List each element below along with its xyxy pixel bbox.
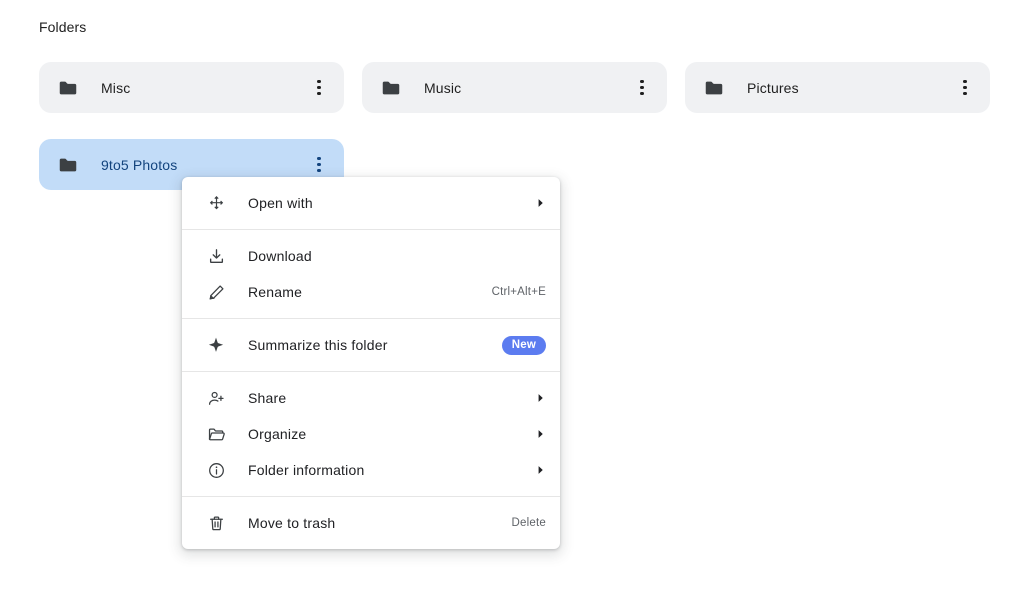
menu-item-label: Download [248, 248, 312, 264]
sparkle-icon [206, 335, 226, 355]
submenu-arrow-icon [536, 197, 546, 209]
submenu-arrow-icon [536, 428, 546, 440]
trash-icon [206, 513, 226, 533]
menu-item-label: Share [248, 390, 287, 406]
folder-name: Music [424, 79, 462, 96]
menu-item-label: Organize [248, 426, 307, 442]
menu-group: Download Rename Ctrl+Alt+E [182, 229, 560, 318]
pencil-icon [206, 282, 226, 302]
menu-item-share[interactable]: Share [182, 380, 560, 416]
menu-item-organize[interactable]: Organize [182, 416, 560, 452]
page-title: Folders [39, 19, 87, 35]
menu-item-label: Folder information [248, 462, 365, 478]
folder-icon [380, 77, 402, 99]
submenu-arrow-icon [536, 392, 546, 404]
folder-more-options-icon[interactable] [308, 75, 330, 101]
menu-item-shortcut: Delete [511, 517, 546, 529]
folder-icon [57, 77, 79, 99]
folder-card[interactable]: Music [362, 62, 667, 113]
open-folder-icon [206, 424, 226, 444]
folder-name: Misc [101, 79, 131, 96]
menu-item-summarize-this-folder[interactable]: Summarize this folder New [182, 327, 560, 363]
menu-group: Move to trash Delete [182, 496, 560, 541]
status-badge: New [501, 335, 546, 355]
folder-grid: Misc Music Pictures 9to5 Photos [39, 62, 991, 190]
menu-group: Share Organize Folder information [182, 371, 560, 496]
menu-item-shortcut: Ctrl+Alt+E [491, 286, 546, 298]
menu-item-label: Rename [248, 284, 303, 300]
menu-item-label: Move to trash [248, 515, 336, 531]
folder-name: Pictures [747, 79, 799, 96]
menu-item-move-to-trash[interactable]: Move to trash Delete [182, 505, 560, 541]
folder-more-options-icon[interactable] [631, 75, 653, 101]
download-icon [206, 246, 226, 266]
folder-icon [57, 154, 79, 176]
move-arrows-icon [206, 193, 226, 213]
menu-item-label: Open with [248, 195, 313, 211]
menu-item-label: Summarize this folder [248, 337, 388, 353]
folder-name: 9to5 Photos [101, 156, 178, 173]
folder-icon [703, 77, 725, 99]
submenu-arrow-icon [536, 464, 546, 476]
folder-context-menu: Open with Download Rename Ctrl+Alt+E Summari… [182, 177, 560, 549]
menu-item-open-with[interactable]: Open with [182, 185, 560, 221]
person-add-icon [206, 388, 226, 408]
menu-item-folder-information[interactable]: Folder information [182, 452, 560, 488]
folder-more-options-icon[interactable] [308, 152, 330, 178]
menu-item-rename[interactable]: Rename Ctrl+Alt+E [182, 274, 560, 310]
menu-item-download[interactable]: Download [182, 238, 560, 274]
folder-card[interactable]: Misc [39, 62, 344, 113]
info-circle-icon [206, 460, 226, 480]
menu-group: Summarize this folder New [182, 318, 560, 371]
menu-group: Open with [182, 185, 560, 229]
folder-card[interactable]: Pictures [685, 62, 990, 113]
folder-more-options-icon[interactable] [954, 75, 976, 101]
